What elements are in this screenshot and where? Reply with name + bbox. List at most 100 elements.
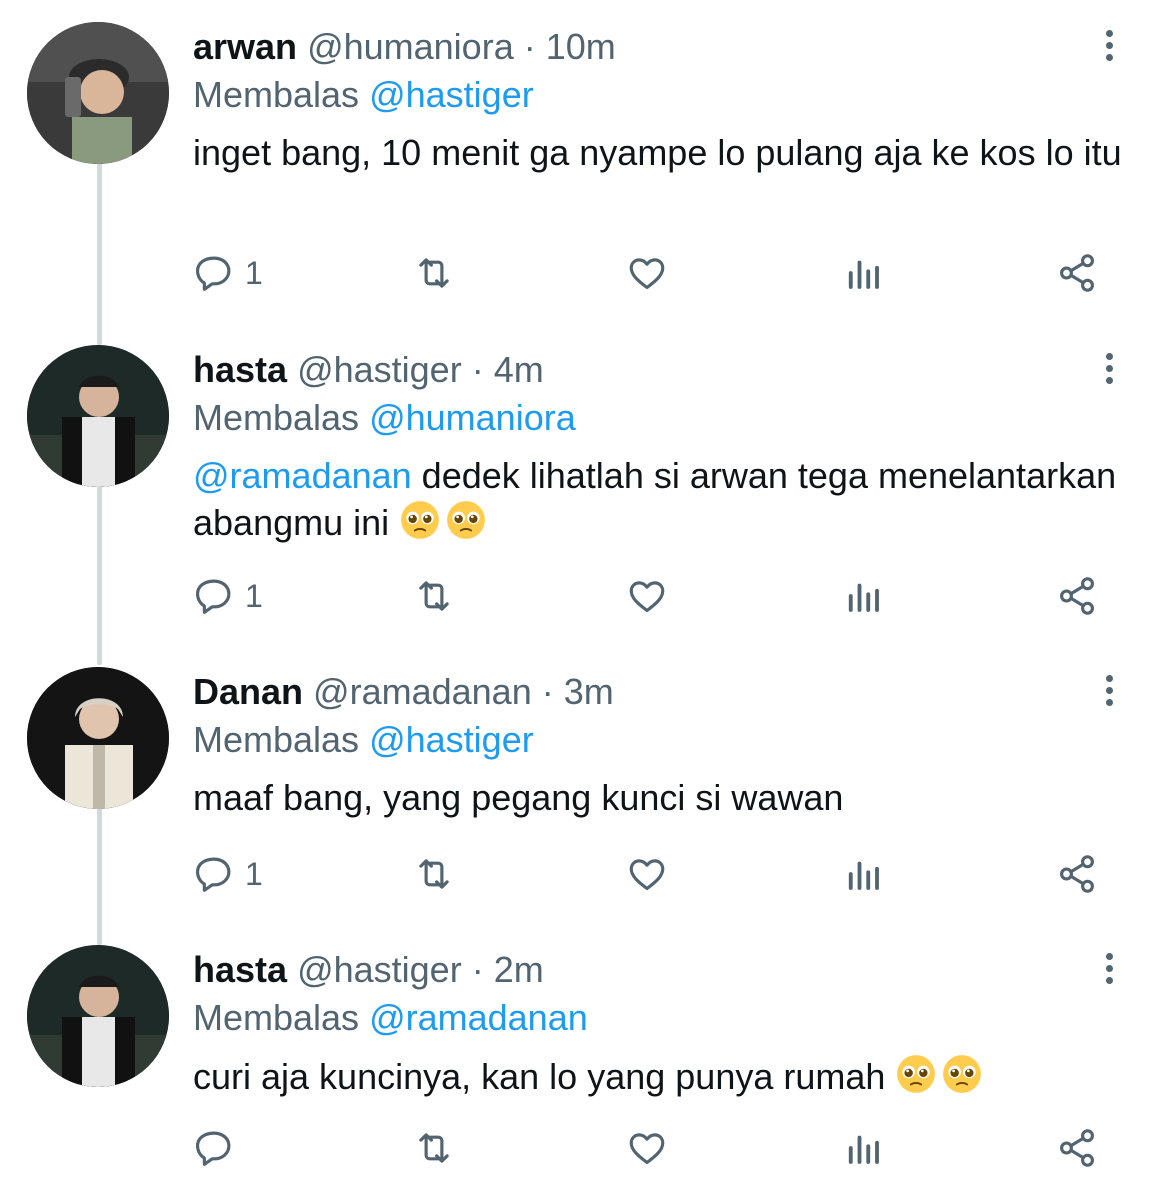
reply-button[interactable]	[193, 1127, 245, 1169]
separator: ·	[541, 671, 554, 712]
action-bar	[0, 1127, 1167, 1177]
share-button[interactable]	[1056, 853, 1098, 895]
reply-count: 1	[245, 577, 263, 614]
views-button[interactable]	[842, 853, 884, 895]
reply-label: Membalas	[193, 997, 360, 1038]
more-vertical-icon[interactable]	[1093, 353, 1125, 393]
retweet-button[interactable]	[413, 252, 455, 294]
retweet-button[interactable]	[413, 575, 455, 617]
reply-to-link[interactable]: @humaniora	[369, 397, 576, 438]
tweet-body: curi aja kuncinya, kan lo yang punya rum…	[193, 1056, 896, 1097]
display-name[interactable]: arwan	[193, 26, 297, 67]
like-button[interactable]	[626, 575, 668, 617]
reply-icon	[193, 252, 235, 294]
tweet-body: inget bang, 10 menit ga nyampe lo pulang…	[193, 132, 1122, 173]
timestamp[interactable]: 2m	[494, 949, 544, 990]
more-vertical-icon[interactable]	[1093, 675, 1125, 715]
display-name[interactable]: Danan	[193, 671, 303, 712]
views-button[interactable]	[842, 252, 884, 294]
tweet-header: arwan @humaniora · 10m	[193, 22, 616, 72]
like-button[interactable]	[626, 1127, 668, 1169]
retweet-button[interactable]	[413, 1127, 455, 1169]
user-handle[interactable]: @hastiger	[297, 949, 462, 990]
heart-icon	[626, 252, 668, 294]
tweet-header: hasta @hastiger · 4m	[193, 345, 544, 395]
tweet-text: inget bang, 10 menit ga nyampe lo pulang…	[193, 130, 1143, 176]
retweet-icon	[413, 575, 455, 617]
avatar[interactable]	[27, 667, 169, 809]
retweet-icon	[413, 1127, 455, 1169]
retweet-button[interactable]	[413, 853, 455, 895]
reply-label: Membalas	[193, 719, 360, 760]
views-button[interactable]	[842, 575, 884, 617]
more-vertical-icon[interactable]	[1093, 953, 1125, 993]
reply-label: Membalas	[193, 74, 360, 115]
tweet-text: @ramadanan dedek lihatlah si arwan tega …	[193, 453, 1143, 552]
views-button[interactable]	[842, 1127, 884, 1169]
reply-label: Membalas	[193, 397, 360, 438]
timestamp[interactable]: 3m	[564, 671, 614, 712]
reply-context: Membalas @hastiger	[193, 72, 534, 118]
tweet-body: maaf bang, yang pegang kunci si wawan	[193, 777, 844, 818]
avatar[interactable]	[27, 945, 169, 1087]
tweet-header: Danan @ramadanan · 3m	[193, 667, 614, 717]
share-button[interactable]	[1056, 252, 1098, 294]
avatar[interactable]	[27, 345, 169, 487]
more-vertical-icon[interactable]	[1093, 30, 1125, 70]
analytics-icon	[842, 252, 884, 294]
pleading-face-emoji	[941, 1053, 983, 1106]
timestamp[interactable]: 10m	[546, 26, 616, 67]
display-name[interactable]: hasta	[193, 949, 287, 990]
heart-icon	[626, 853, 668, 895]
reply-button[interactable]: 1	[193, 853, 263, 895]
tweet[interactable]: hasta @hastiger · 4m Membalas @humaniora…	[0, 345, 1167, 645]
reply-context: Membalas @ramadanan	[193, 995, 588, 1041]
analytics-icon	[842, 1127, 884, 1169]
tweet-text: maaf bang, yang pegang kunci si wawan	[193, 775, 1143, 821]
retweet-icon	[413, 252, 455, 294]
analytics-icon	[842, 575, 884, 617]
reply-button[interactable]: 1	[193, 252, 263, 294]
separator: ·	[471, 349, 484, 390]
user-handle[interactable]: @ramadanan	[313, 671, 532, 712]
avatar[interactable]	[27, 22, 169, 164]
tweet-header: hasta @hastiger · 2m	[193, 945, 544, 995]
pleading-face-emoji	[399, 499, 441, 552]
action-bar: 1	[0, 853, 1167, 903]
pleading-face-emoji	[445, 499, 487, 552]
tweet-text: curi aja kuncinya, kan lo yang punya rum…	[193, 1053, 1143, 1106]
mention-link[interactable]: @ramadanan	[193, 455, 412, 496]
reply-icon	[193, 853, 235, 895]
reply-button[interactable]: 1	[193, 575, 263, 617]
reply-icon	[193, 1127, 235, 1169]
separator: ·	[471, 949, 484, 990]
action-bar: 1	[0, 575, 1167, 625]
user-handle[interactable]: @hastiger	[297, 349, 462, 390]
reply-count: 1	[245, 855, 263, 892]
like-button[interactable]	[626, 252, 668, 294]
reply-to-link[interactable]: @hastiger	[369, 719, 534, 760]
timestamp[interactable]: 4m	[494, 349, 544, 390]
tweet[interactable]: arwan @humaniora · 10m Membalas @hastige…	[0, 22, 1167, 322]
user-handle[interactable]: @humaniora	[307, 26, 514, 67]
tweet[interactable]: hasta @hastiger · 2m Membalas @ramadanan…	[0, 945, 1167, 1195]
reply-icon	[193, 575, 235, 617]
heart-icon	[626, 575, 668, 617]
share-icon	[1056, 1127, 1098, 1169]
reply-count: 1	[245, 254, 263, 291]
separator: ·	[523, 26, 536, 67]
action-bar: 1	[0, 252, 1167, 302]
reply-context: Membalas @humaniora	[193, 395, 576, 441]
share-icon	[1056, 853, 1098, 895]
analytics-icon	[842, 853, 884, 895]
share-button[interactable]	[1056, 575, 1098, 617]
reply-context: Membalas @hastiger	[193, 717, 534, 763]
retweet-icon	[413, 853, 455, 895]
share-button[interactable]	[1056, 1127, 1098, 1169]
reply-to-link[interactable]: @ramadanan	[369, 997, 588, 1038]
like-button[interactable]	[626, 853, 668, 895]
display-name[interactable]: hasta	[193, 349, 287, 390]
heart-icon	[626, 1127, 668, 1169]
tweet[interactable]: Danan @ramadanan · 3m Membalas @hastiger…	[0, 667, 1167, 947]
reply-to-link[interactable]: @hastiger	[369, 74, 534, 115]
